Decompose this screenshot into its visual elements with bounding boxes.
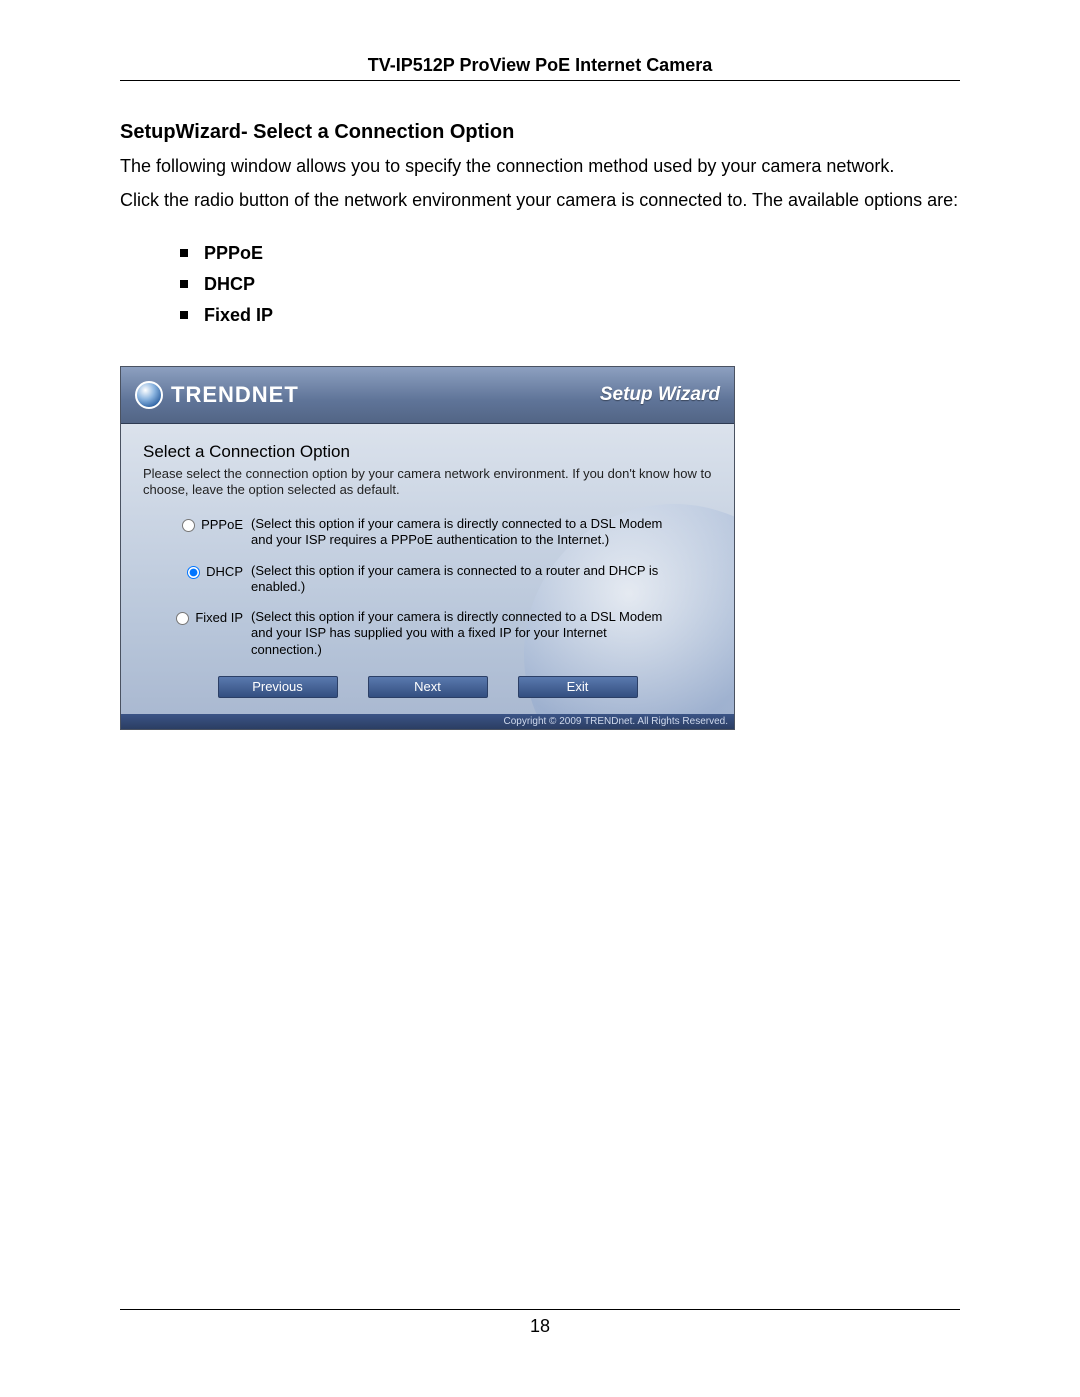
wizard-body: Select a Connection Option Please select… xyxy=(121,424,734,714)
section-title: SetupWizard- Select a Connection Option xyxy=(120,121,960,144)
pppoe-label: PPPoE xyxy=(201,517,243,532)
brand: TRENDnet xyxy=(135,381,299,409)
option-row-pppoe: PPPoE (Select this option if your camera… xyxy=(143,516,712,549)
previous-button[interactable]: Previous xyxy=(218,676,338,698)
setup-wizard-window: TRENDnet Setup Wizard Select a Connectio… xyxy=(120,366,735,730)
option-row-fixedip: Fixed IP (Select this option if your cam… xyxy=(143,609,712,658)
option-row-dhcp: DHCP (Select this option if your camera … xyxy=(143,563,712,596)
wizard-copyright: Copyright © 2009 TRENDnet. All Rights Re… xyxy=(121,714,734,729)
dhcp-label: DHCP xyxy=(206,564,243,579)
wizard-title: Setup Wizard xyxy=(600,384,720,406)
pppoe-radio[interactable] xyxy=(182,519,195,532)
option-pppoe: PPPoE xyxy=(180,243,960,264)
wizard-button-bar: Previous Next Exit xyxy=(143,676,712,698)
fixedip-radio[interactable] xyxy=(176,612,189,625)
wizard-subtitle: Select a Connection Option xyxy=(143,442,712,462)
section-paragraph-1: The following window allows you to speci… xyxy=(120,154,960,178)
section-paragraph-2: Click the radio button of the network en… xyxy=(120,188,960,212)
page-number: 18 xyxy=(120,1309,960,1337)
option-dhcp: DHCP xyxy=(180,274,960,295)
next-button[interactable]: Next xyxy=(368,676,488,698)
wizard-instruction: Please select the connection option by y… xyxy=(143,466,712,499)
wizard-header: TRENDnet Setup Wizard xyxy=(121,367,734,424)
fixedip-label: Fixed IP xyxy=(195,610,243,625)
brand-name: TRENDnet xyxy=(171,382,299,408)
pppoe-description: (Select this option if your camera is di… xyxy=(251,516,712,549)
exit-button[interactable]: Exit xyxy=(518,676,638,698)
page-header: TV-IP512P ProView PoE Internet Camera xyxy=(120,55,960,81)
dhcp-radio[interactable] xyxy=(187,566,200,579)
dhcp-description: (Select this option if your camera is co… xyxy=(251,563,712,596)
options-list: PPPoE DHCP Fixed IP xyxy=(120,243,960,326)
globe-icon xyxy=(135,381,163,409)
fixedip-description: (Select this option if your camera is di… xyxy=(251,609,712,658)
option-fixedip: Fixed IP xyxy=(180,305,960,326)
